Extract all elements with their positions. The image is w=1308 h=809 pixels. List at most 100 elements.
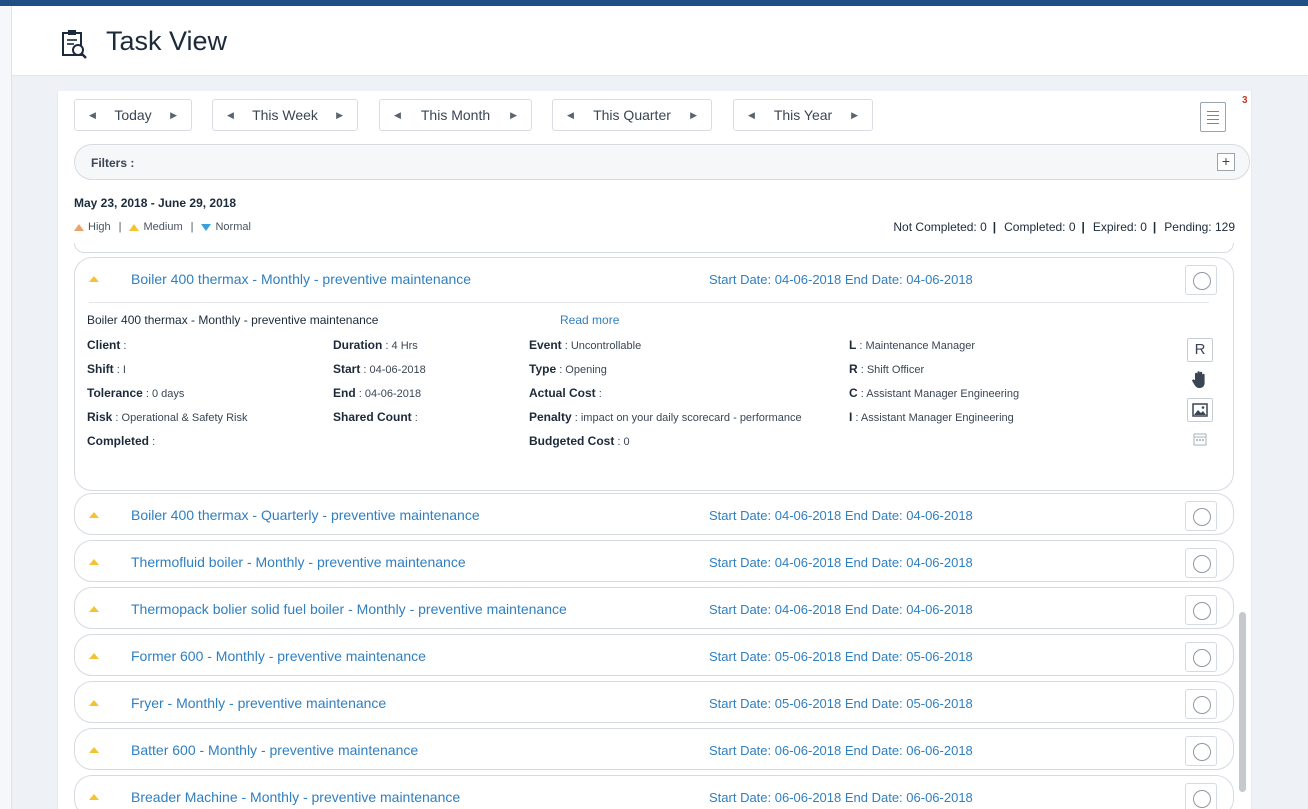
caret-right-icon[interactable]: ▶ bbox=[690, 110, 697, 121]
complete-button[interactable] bbox=[1185, 736, 1217, 766]
field-risk: Risk : Operational & Safety Risk bbox=[87, 410, 248, 424]
date-range: May 23, 2018 - June 29, 2018 bbox=[74, 196, 237, 210]
task-row-header[interactable]: Thermopack bolier solid fuel boiler - Mo… bbox=[75, 588, 1233, 630]
field-start: Start : 04-06-2018 bbox=[333, 362, 426, 376]
task-name[interactable]: Former 600 - Monthly - preventive mainte… bbox=[131, 648, 426, 664]
task-name[interactable]: Fryer - Monthly - preventive maintenance bbox=[131, 695, 386, 711]
caret-right-icon[interactable]: ▶ bbox=[170, 110, 177, 121]
period-this-year[interactable]: ◀ This Year ▶ bbox=[733, 99, 873, 131]
task-dates: Start Date: 06-06-2018 End Date: 06-06-2… bbox=[709, 790, 973, 805]
image-icon[interactable] bbox=[1187, 398, 1213, 422]
caret-left-icon[interactable]: ◀ bbox=[748, 110, 755, 121]
task-name[interactable]: Boiler 400 thermax - Quarterly - prevent… bbox=[131, 507, 480, 523]
stat-pending: Pending: 129 bbox=[1164, 220, 1235, 234]
task-dates: Start Date: 05-06-2018 End Date: 05-06-2… bbox=[709, 696, 973, 711]
plus-icon[interactable]: + bbox=[1217, 153, 1235, 171]
scrollbar-thumb[interactable] bbox=[1239, 612, 1246, 792]
task-row-header[interactable]: Fryer - Monthly - preventive maintenance… bbox=[75, 682, 1233, 724]
task-row-header[interactable]: Batter 600 - Monthly - preventive mainte… bbox=[75, 729, 1233, 771]
field-duration: Duration : 4 Hrs bbox=[333, 338, 418, 352]
task-card[interactable]: Boiler 400 thermax - Quarterly - prevent… bbox=[74, 493, 1234, 535]
complete-button[interactable] bbox=[1185, 783, 1217, 809]
field-type: Type : Opening bbox=[529, 362, 607, 376]
clipboard-search-icon bbox=[62, 30, 87, 59]
caret-left-icon[interactable]: ◀ bbox=[567, 110, 574, 121]
task-name[interactable]: Batter 600 - Monthly - preventive mainte… bbox=[131, 742, 418, 758]
complete-button[interactable] bbox=[1185, 265, 1217, 295]
field-penalty: Penalty : impact on your daily scorecard… bbox=[529, 410, 802, 424]
task-name[interactable]: Thermofluid boiler - Monthly - preventiv… bbox=[131, 554, 466, 570]
check-circle-icon bbox=[1193, 508, 1211, 526]
filters-bar[interactable]: Filters : + bbox=[74, 144, 1250, 180]
medium-priority-icon bbox=[89, 794, 99, 800]
task-stats: Not Completed: 0 | Completed: 0 | Expire… bbox=[885, 220, 1235, 234]
check-circle-icon bbox=[1193, 696, 1211, 714]
task-card[interactable]: Fryer - Monthly - preventive maintenance… bbox=[74, 681, 1234, 723]
caret-left-icon[interactable]: ◀ bbox=[89, 110, 96, 121]
caret-right-icon[interactable]: ▶ bbox=[510, 110, 517, 121]
left-rail bbox=[0, 6, 12, 809]
period-this-quarter[interactable]: ◀ This Quarter ▶ bbox=[552, 99, 712, 131]
separator: | bbox=[190, 221, 194, 233]
field-tolerance: Tolerance : 0 days bbox=[87, 386, 185, 400]
legend-normal: Normal bbox=[201, 221, 251, 233]
task-dates: Start Date: 05-06-2018 End Date: 05-06-2… bbox=[709, 649, 973, 664]
complete-button[interactable] bbox=[1185, 501, 1217, 531]
field-raci-r: R : Shift Officer bbox=[849, 362, 925, 376]
task-card[interactable]: Breader Machine - Monthly - preventive m… bbox=[74, 775, 1234, 809]
separator: | bbox=[1081, 220, 1085, 234]
task-card[interactable]: Thermofluid boiler - Monthly - preventiv… bbox=[74, 540, 1234, 582]
task-card[interactable]: Batter 600 - Monthly - preventive mainte… bbox=[74, 728, 1234, 770]
list-icon[interactable] bbox=[1200, 102, 1226, 132]
caret-left-icon[interactable]: ◀ bbox=[227, 110, 234, 121]
reassign-button[interactable]: R bbox=[1187, 338, 1213, 362]
field-shift: Shift : I bbox=[87, 362, 126, 376]
check-circle-icon bbox=[1193, 272, 1211, 290]
priority-legend: High | Medium | Normal bbox=[74, 221, 259, 233]
calendar-icon[interactable] bbox=[1187, 428, 1213, 452]
task-dates: Start Date: 06-06-2018 End Date: 06-06-2… bbox=[709, 743, 973, 758]
caret-right-icon[interactable]: ▶ bbox=[336, 110, 343, 121]
legend-medium: Medium bbox=[129, 221, 183, 233]
complete-button[interactable] bbox=[1185, 595, 1217, 625]
complete-button[interactable] bbox=[1185, 548, 1217, 578]
legend-high: High bbox=[74, 221, 111, 233]
task-name[interactable]: Thermopack bolier solid fuel boiler - Mo… bbox=[131, 601, 567, 617]
filters-label: Filters : bbox=[91, 156, 135, 170]
check-circle-icon bbox=[1193, 555, 1211, 573]
separator: | bbox=[118, 221, 122, 233]
notification-badge: 3 bbox=[1242, 95, 1248, 106]
task-row-header[interactable]: Thermofluid boiler - Monthly - preventiv… bbox=[75, 541, 1233, 583]
caret-right-icon[interactable]: ▶ bbox=[851, 110, 858, 121]
hand-icon[interactable] bbox=[1187, 368, 1213, 392]
task-card[interactable]: Thermopack bolier solid fuel boiler - Mo… bbox=[74, 587, 1234, 629]
field-shared-count: Shared Count : bbox=[333, 410, 418, 424]
task-name[interactable]: Breader Machine - Monthly - preventive m… bbox=[131, 789, 460, 805]
field-raci-c: C : Assistant Manager Engineering bbox=[849, 386, 1020, 400]
legend-label: High bbox=[88, 221, 111, 233]
medium-priority-icon bbox=[89, 606, 99, 612]
task-row-header[interactable]: Former 600 - Monthly - preventive mainte… bbox=[75, 635, 1233, 677]
period-this-week[interactable]: ◀ This Week ▶ bbox=[212, 99, 358, 131]
period-today[interactable]: ◀ Today ▶ bbox=[74, 99, 192, 131]
task-card-expanded[interactable]: Boiler 400 thermax - Monthly - preventiv… bbox=[74, 257, 1234, 491]
medium-priority-icon bbox=[129, 223, 140, 231]
complete-button[interactable] bbox=[1185, 689, 1217, 719]
task-description: Boiler 400 thermax - Monthly - preventiv… bbox=[87, 313, 379, 327]
caret-left-icon[interactable]: ◀ bbox=[394, 110, 401, 121]
task-card[interactable]: Former 600 - Monthly - preventive mainte… bbox=[74, 634, 1234, 676]
previous-task-edge bbox=[74, 243, 1234, 253]
medium-priority-icon bbox=[89, 276, 99, 282]
task-name[interactable]: Boiler 400 thermax - Monthly - preventiv… bbox=[131, 271, 471, 287]
task-row-header[interactable]: Breader Machine - Monthly - preventive m… bbox=[75, 776, 1233, 809]
period-label: This Quarter bbox=[593, 107, 671, 123]
page-header: Task View bbox=[12, 6, 1308, 76]
read-more-link[interactable]: Read more bbox=[560, 313, 619, 327]
check-circle-icon bbox=[1193, 649, 1211, 667]
divider bbox=[89, 302, 1209, 303]
complete-button[interactable] bbox=[1185, 642, 1217, 672]
task-row-header[interactable]: Boiler 400 thermax - Quarterly - prevent… bbox=[75, 494, 1233, 536]
task-dates: Start Date: 04-06-2018 End Date: 04-06-2… bbox=[709, 508, 973, 523]
task-row-header[interactable]: Boiler 400 thermax - Monthly - preventiv… bbox=[75, 258, 1233, 300]
period-this-month[interactable]: ◀ This Month ▶ bbox=[379, 99, 532, 131]
